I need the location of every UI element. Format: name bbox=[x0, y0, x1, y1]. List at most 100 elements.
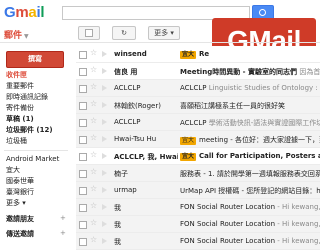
table-row[interactable]: ☆ 我 FON Social Router Location - Hi kewang… bbox=[76, 233, 320, 250]
sender-name: 林翰欽(Roger) bbox=[114, 102, 161, 110]
star-icon[interactable]: ☆ bbox=[90, 116, 97, 125]
subject-text: FON Social Router Location bbox=[180, 237, 276, 245]
logo-letter: l bbox=[40, 4, 45, 21]
star-icon[interactable]: ☆ bbox=[90, 65, 97, 74]
gmail-logo[interactable]: Gmail bbox=[4, 4, 45, 21]
row-checkbox[interactable] bbox=[79, 136, 87, 144]
more-button[interactable]: 更多 ▾ bbox=[148, 26, 180, 40]
row-checkbox[interactable] bbox=[79, 238, 87, 246]
row-checkbox[interactable] bbox=[79, 204, 87, 212]
table-row[interactable]: ☆ ACLCLP, 我, Hwai-Tsu (3)宜大Call for Parti… bbox=[76, 148, 320, 165]
sidebar-item[interactable]: Android Market bbox=[0, 154, 72, 165]
row-checkbox[interactable] bbox=[79, 85, 87, 93]
star-icon[interactable]: ☆ bbox=[90, 82, 97, 91]
subject-text: Call for Participation, Posters and bbox=[199, 152, 320, 160]
importance-icon[interactable] bbox=[102, 85, 107, 91]
row-checkbox[interactable] bbox=[79, 221, 87, 229]
sidebar-item[interactable]: 即時通訊記錄 bbox=[0, 92, 72, 103]
snippet-text: Linguistic Studies of Ontology : Abstrac… bbox=[208, 84, 320, 92]
table-row[interactable]: ☆ 我 FON Social Router Location - Hi kewang… bbox=[76, 216, 320, 233]
add-icon[interactable]: + bbox=[60, 229, 66, 237]
row-checkbox[interactable] bbox=[79, 187, 87, 195]
table-row[interactable]: ☆ ACLCLP ACLCLP 學術活動快訊-語法與實證國際工作坊：計… bbox=[76, 114, 320, 131]
star-icon[interactable]: ☆ bbox=[90, 167, 97, 176]
star-icon[interactable]: ☆ bbox=[90, 218, 97, 227]
table-row[interactable]: ☆ winsend 宜大 Re bbox=[76, 46, 320, 63]
subject-text: meeting - 各位好：週大家證據一下，到今了… bbox=[199, 136, 320, 144]
subject-text: UrMap API 授權碼 - 您所登記的網站目錄：http://blog… bbox=[180, 187, 320, 195]
star-icon[interactable]: ☆ bbox=[90, 184, 97, 193]
sender-name: urmap bbox=[114, 186, 137, 194]
star-icon[interactable]: ☆ bbox=[90, 201, 97, 210]
importance-icon[interactable] bbox=[102, 119, 107, 125]
logo-letter: a bbox=[28, 4, 37, 21]
importance-icon[interactable] bbox=[102, 153, 107, 159]
table-row[interactable]: ☆ Hwai-Tsu Hu 宜大meeting - 各位好：週大家證據一下，到今了… bbox=[76, 131, 320, 148]
table-row[interactable]: ☆ urmap UrMap API 授權碼 - 您所登記的網站目錄：http://b… bbox=[76, 182, 320, 199]
subject-text: Meeting時間異動 - 實驗室的同志們 bbox=[180, 68, 297, 76]
add-icon[interactable]: + bbox=[60, 214, 66, 222]
row-checkbox[interactable] bbox=[79, 51, 87, 59]
sender-name: 信良 用 bbox=[114, 68, 138, 76]
importance-icon[interactable] bbox=[102, 187, 107, 193]
sidebar-item[interactable]: 更多 ▾ bbox=[0, 198, 72, 209]
compose-button[interactable]: 撰寫 bbox=[6, 51, 64, 68]
row-checkbox[interactable] bbox=[79, 153, 87, 161]
message-list: ☆ winsend 宜大 Re ☆ 信良 用 Meeting時間異動 - 實驗室的同志們 因… bbox=[76, 46, 320, 250]
importance-icon[interactable] bbox=[102, 136, 107, 142]
table-row[interactable]: ☆ ACLCLP ACLCLP Linguistic Studies of Onto… bbox=[76, 80, 320, 97]
sidebar: 收件匣 重要郵件 即時通訊記錄 寄件備份 草稿 (1) 垃圾郵件 (12) 垃圾桶 Andro… bbox=[0, 70, 72, 209]
row-checkbox[interactable] bbox=[79, 102, 87, 110]
checkbox-icon bbox=[85, 29, 93, 37]
sidebar-item[interactable]: 宜大 bbox=[0, 165, 72, 176]
label-badge: 宜大 bbox=[180, 153, 197, 161]
sidebar-item[interactable]: 垃圾郵件 (12) bbox=[0, 125, 72, 136]
message-subject: ACLCLP 學術活動快訊-語法與實證國際工作坊：計… bbox=[180, 118, 320, 128]
star-icon[interactable]: ☆ bbox=[90, 133, 97, 142]
message-subject: FON Social Router Location - Hi kewang, … bbox=[180, 237, 320, 245]
importance-icon[interactable] bbox=[102, 51, 107, 57]
sender-name: 我 bbox=[114, 238, 121, 246]
sidebar-item[interactable]: 臺灣銀行 bbox=[0, 187, 72, 198]
row-checkbox[interactable] bbox=[79, 68, 87, 76]
select-checkbox-button[interactable] bbox=[78, 26, 100, 40]
row-checkbox[interactable] bbox=[79, 170, 87, 178]
table-row[interactable]: ☆ 我 FON Social Router Location - Hi kewang… bbox=[76, 199, 320, 216]
sender-name: 我 bbox=[114, 204, 121, 212]
snippet-text: 因為首投的課… bbox=[299, 68, 320, 76]
star-icon[interactable]: ☆ bbox=[90, 48, 97, 57]
star-icon[interactable]: ☆ bbox=[90, 99, 97, 108]
sidebar-item[interactable]: 收件匣 bbox=[0, 70, 72, 81]
message-subject: ACLCLP Linguistic Studies of Ontology : … bbox=[180, 84, 320, 92]
importance-icon[interactable] bbox=[102, 204, 107, 210]
importance-icon[interactable] bbox=[102, 221, 107, 227]
star-icon[interactable]: ☆ bbox=[90, 150, 97, 159]
importance-icon[interactable] bbox=[102, 238, 107, 244]
sender-name: ACLCLP bbox=[114, 118, 141, 126]
message-subject: 喜願稻江講極系主任一員的很好笑 bbox=[180, 101, 320, 111]
logo-letter: m bbox=[15, 4, 29, 21]
send-invite[interactable]: 傳送邀請 + bbox=[6, 229, 66, 239]
sidebar-item[interactable]: 垃圾桶 bbox=[0, 136, 72, 147]
sidebar-item[interactable]: 重要郵件 bbox=[0, 81, 72, 92]
subject-text: 喜願稻江講極系主任一員的很好笑 bbox=[180, 102, 285, 110]
row-checkbox[interactable] bbox=[79, 119, 87, 127]
invite-friends[interactable]: 邀請朋友 + bbox=[6, 214, 66, 224]
table-row[interactable]: ☆ 林翰欽(Roger) 喜願稻江講極系主任一員的很好笑 bbox=[76, 97, 320, 114]
importance-icon[interactable] bbox=[102, 68, 107, 74]
sidebar-item[interactable]: 寄件備份 bbox=[0, 103, 72, 114]
message-subject: FON Social Router Location - Hi kewang, … bbox=[180, 220, 320, 228]
chevron-down-icon: ▼ bbox=[24, 33, 29, 40]
mail-menu[interactable]: 郵件 ▼ bbox=[4, 28, 29, 41]
importance-icon[interactable] bbox=[102, 102, 107, 108]
refresh-button[interactable]: ↻ bbox=[112, 26, 136, 40]
importance-icon[interactable] bbox=[102, 170, 107, 176]
table-row[interactable]: ☆ 信良 用 Meeting時間異動 - 實驗室的同志們 因為首投的課… bbox=[76, 63, 320, 80]
sidebar-item[interactable]: 草稿 (1) bbox=[0, 114, 72, 125]
label-badge: 宜大 bbox=[180, 137, 197, 145]
sidebar-item[interactable]: 國泰世華 bbox=[0, 176, 72, 187]
divider bbox=[0, 42, 320, 43]
table-row[interactable]: ☆ 楠子 服務表 - 1. 請於開學第一週填報服務表交回系辦材料室 bbox=[76, 165, 320, 182]
subject-text: Re bbox=[199, 50, 210, 58]
sender-name: ACLCLP, 我, Hwai-Tsu (3) bbox=[114, 153, 178, 161]
